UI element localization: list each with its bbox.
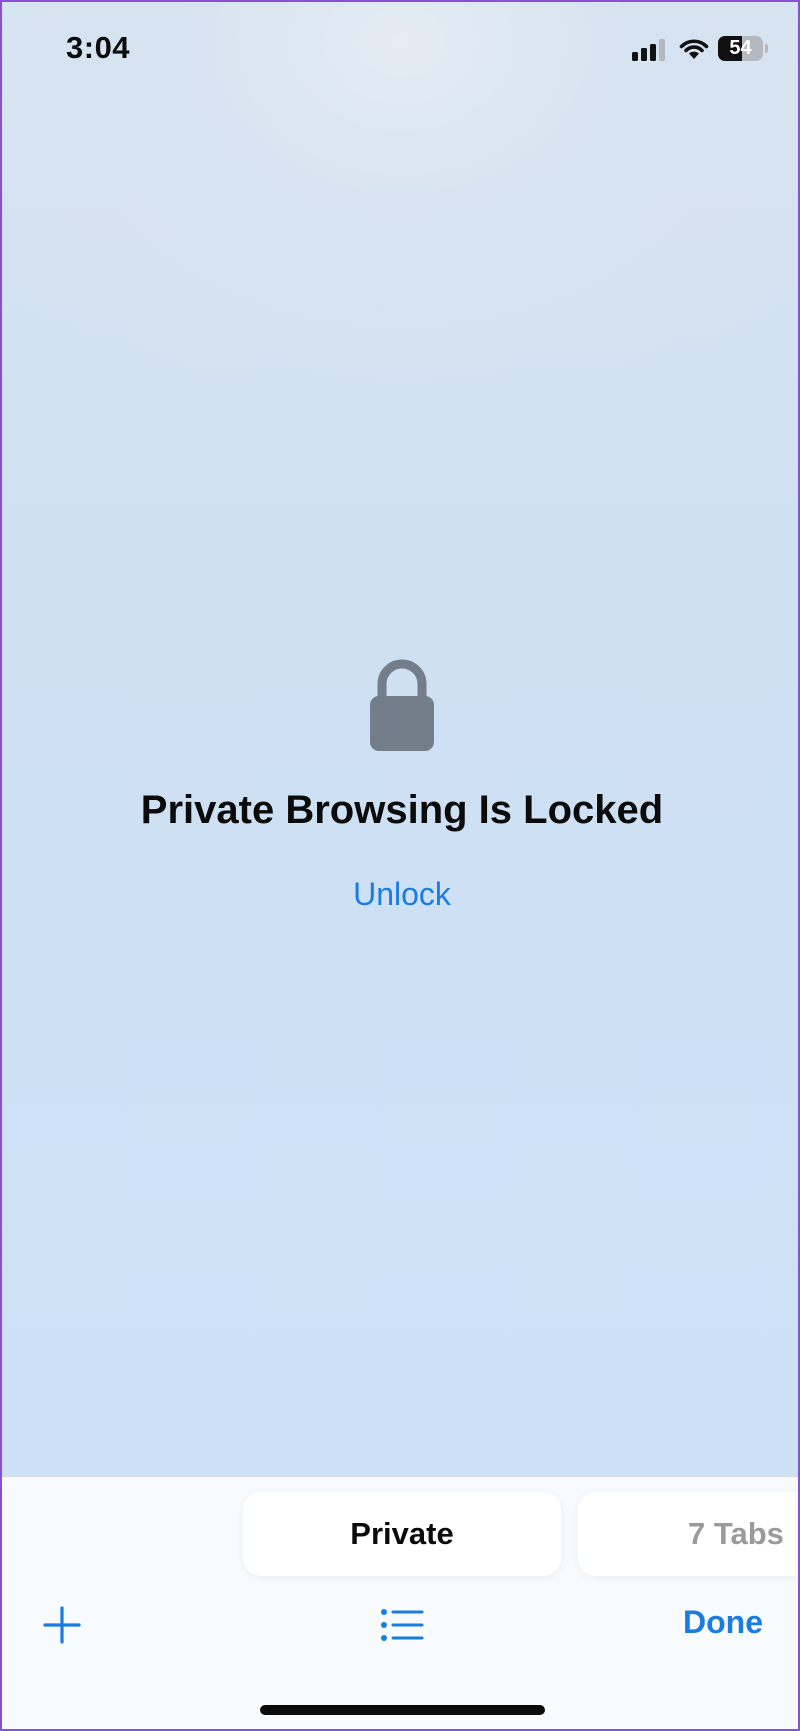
wifi-icon [679,39,709,59]
lock-icon [370,659,434,751]
locked-title: Private Browsing Is Locked [140,788,664,832]
status-time: 3:04 [66,30,131,65]
battery-nub [765,44,768,53]
cellular-signal-icon [632,39,668,61]
unlock-button[interactable]: Unlock [2,876,798,913]
home-indicator[interactable] [260,1705,545,1715]
list-icon[interactable] [380,1608,424,1642]
screen-frame: 3:04 54 Private Browsing Is Locked Unloc… [0,0,800,1731]
done-button[interactable]: Done [683,1604,763,1641]
tab-group-private[interactable]: Private [243,1492,561,1576]
battery-icon: 54 [718,36,763,61]
battery-percent: 54 [729,37,752,59]
plus-icon[interactable] [42,1605,82,1645]
tab-group-tabs[interactable]: 7 Tabs [578,1492,798,1576]
